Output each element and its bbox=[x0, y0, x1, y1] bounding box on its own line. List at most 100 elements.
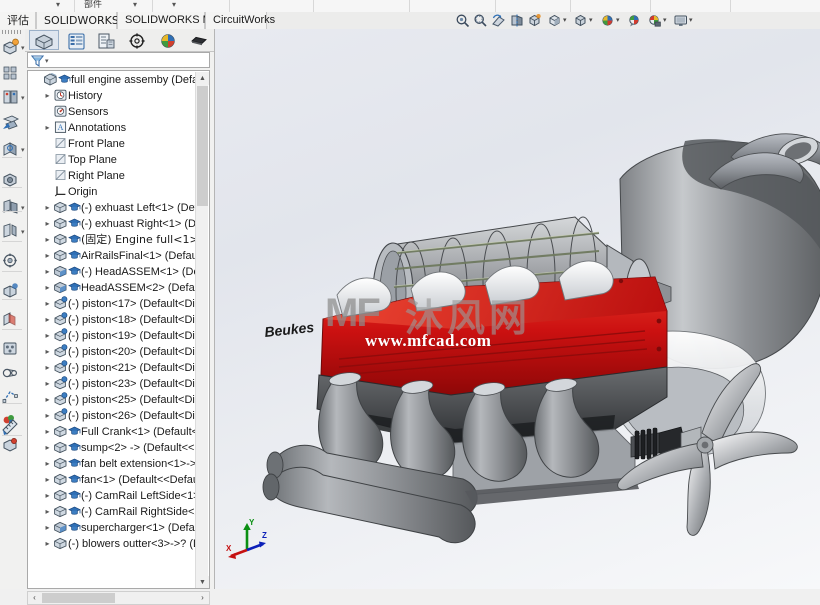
tree-item[interactable]: ▸ (-) blowers outter<3>->? (Defa bbox=[28, 536, 196, 552]
tree-item[interactable]: ▸ (-) CamRail LeftSide<1> (D bbox=[28, 488, 196, 504]
zoom-to-fit-icon[interactable] bbox=[455, 13, 470, 28]
move-component-icon[interactable] bbox=[1, 113, 21, 133]
tree-item[interactable]: ▸ (-) piston<25> (Default<Display bbox=[28, 392, 196, 408]
new-motion-study-icon[interactable] bbox=[1, 221, 21, 241]
tree-item[interactable]: Right Plane bbox=[28, 168, 196, 184]
tree-item[interactable]: ▸ (-) piston<26> (Default<Display bbox=[28, 408, 196, 424]
section-view-icon[interactable] bbox=[509, 13, 524, 28]
tree-expander[interactable]: ▸ bbox=[42, 488, 53, 504]
tree-item[interactable]: ▸ A Annotations bbox=[28, 120, 196, 136]
tree-item[interactable]: ▸ sump<2> -> (Default<<De bbox=[28, 440, 196, 456]
engine-assembly-model[interactable]: Beukes bbox=[215, 29, 820, 589]
tree-item[interactable]: ▸ (固定) Engine full<1> (Defa bbox=[28, 232, 196, 248]
view-orientation-icon[interactable] bbox=[527, 13, 542, 28]
tree-item[interactable]: Sensors bbox=[28, 104, 196, 120]
edit-appearance-icon[interactable] bbox=[600, 13, 615, 28]
tree-item[interactable]: ▸ (-) exhuast Right<1> (Defa bbox=[28, 216, 196, 232]
display-style-icon[interactable] bbox=[547, 13, 562, 28]
tree-filter-box[interactable]: ▾ bbox=[27, 52, 210, 68]
mate-icon[interactable] bbox=[1, 139, 21, 159]
tree-expander[interactable]: ▸ bbox=[42, 344, 53, 360]
scroll-right-arrow[interactable]: › bbox=[196, 592, 209, 604]
tree-item[interactable]: Origin bbox=[28, 184, 196, 200]
display-manager-tab[interactable] bbox=[153, 30, 183, 50]
graphics-viewport[interactable]: Beukes MF 沐风网 www.mfcad.com X Y Z bbox=[215, 29, 820, 589]
ribbon-tab-1[interactable]: SOLIDWORKS 插件 bbox=[36, 12, 144, 29]
chevron-down-icon[interactable]: ▾ bbox=[45, 57, 49, 65]
chevron-down-icon[interactable]: ▾ bbox=[616, 17, 620, 24]
tree-item[interactable]: ▸ (-) exhuast Left<1> (Default< bbox=[28, 200, 196, 216]
smart-fasteners-icon[interactable] bbox=[1, 87, 21, 107]
tree-expander[interactable]: ▸ bbox=[42, 536, 53, 552]
tree-expander[interactable]: ▸ bbox=[42, 248, 53, 264]
measure-icon[interactable] bbox=[1, 417, 21, 437]
chevron-down-icon[interactable]: ▾ bbox=[21, 229, 25, 236]
chevron-down-icon[interactable]: ▾ bbox=[133, 1, 137, 9]
hole-series-icon[interactable] bbox=[1, 339, 21, 359]
insert-components-icon[interactable] bbox=[1, 37, 21, 57]
ribbon-tab-3[interactable]: CircuitWorks bbox=[205, 12, 275, 29]
feature-manager-design-tree-tab[interactable] bbox=[29, 30, 59, 50]
tree-item[interactable]: full engine assemby (Default<D bbox=[28, 72, 196, 88]
scrollbar-thumb[interactable] bbox=[42, 593, 115, 603]
chevron-down-icon[interactable]: ▾ bbox=[663, 17, 667, 24]
tree-item[interactable]: ▸ supercharger<1> (Default< bbox=[28, 520, 196, 536]
property-manager-tab[interactable] bbox=[61, 30, 91, 50]
dimxpert-manager-tab[interactable] bbox=[122, 30, 152, 50]
tree-item[interactable]: ▸ (-) piston<23> (Default<Display bbox=[28, 376, 196, 392]
chevron-down-icon[interactable]: ▾ bbox=[689, 17, 693, 24]
viewport-layout-icon[interactable] bbox=[673, 13, 688, 28]
scroll-down-arrow[interactable]: ▼ bbox=[196, 576, 209, 588]
tree-item[interactable]: ▸ fan belt extension<1>->? (D bbox=[28, 456, 196, 472]
ribbon-tab-2[interactable]: SOLIDWORKS MBD bbox=[117, 12, 227, 29]
reference-geometry-icon[interactable] bbox=[1, 197, 21, 217]
chevron-down-icon[interactable]: ▾ bbox=[21, 45, 25, 52]
tree-item[interactable]: ▸ fan<1> (Default<<Default> bbox=[28, 472, 196, 488]
sensor-icon[interactable] bbox=[1, 435, 21, 455]
tree-expander[interactable]: ▸ bbox=[42, 328, 53, 344]
tree-expander[interactable]: ▸ bbox=[42, 376, 53, 392]
tree-item[interactable]: ▸ (-) HeadASSEM<1> (Defaul bbox=[28, 264, 196, 280]
design-tree[interactable]: full engine assemby (Default<D ▸ History Se… bbox=[27, 70, 210, 589]
linear-pattern-icon[interactable] bbox=[1, 63, 21, 83]
tree-expander[interactable]: ▸ bbox=[42, 216, 53, 232]
rotate-view-icon[interactable] bbox=[491, 13, 506, 28]
tree-expander[interactable]: ▸ bbox=[42, 312, 53, 328]
tree-expander[interactable]: ▸ bbox=[42, 296, 53, 312]
belt-chain-icon[interactable] bbox=[1, 363, 21, 383]
tree-item[interactable]: ▸ AirRailsFinal<1> (Default<< bbox=[28, 248, 196, 264]
tree-horizontal-scrollbar[interactable]: ‹ › bbox=[27, 591, 210, 605]
tree-expander[interactable]: ▸ bbox=[42, 520, 53, 536]
assembly-features-icon[interactable] bbox=[1, 169, 21, 189]
tree-item[interactable]: ▸ Full Crank<1> (Default<<D bbox=[28, 424, 196, 440]
scrollbar-thumb[interactable] bbox=[197, 86, 208, 206]
tree-expander[interactable]: ▸ bbox=[42, 456, 53, 472]
tree-expander[interactable]: ▸ bbox=[42, 88, 53, 104]
scroll-left-arrow[interactable]: ‹ bbox=[28, 592, 41, 604]
interference-detection-icon[interactable] bbox=[1, 309, 21, 329]
tree-item[interactable]: ▸ (-) piston<21> (Default<Display bbox=[28, 360, 196, 376]
tree-item[interactable]: Top Plane bbox=[28, 152, 196, 168]
chevron-down-icon[interactable]: ▾ bbox=[21, 95, 25, 102]
tree-expander[interactable]: ▸ bbox=[42, 360, 53, 376]
hide-show-items-icon[interactable] bbox=[573, 13, 588, 28]
tree-item[interactable]: ▸ (-) piston<17> (Default<Display bbox=[28, 296, 196, 312]
tree-expander[interactable]: ▸ bbox=[42, 232, 53, 248]
tree-item[interactable]: ▸ HeadASSEM<2> (Default<D bbox=[28, 280, 196, 296]
tree-expander[interactable]: ▸ bbox=[42, 472, 53, 488]
tree-item[interactable]: ▸ History bbox=[28, 88, 196, 104]
tree-expander[interactable]: ▸ bbox=[42, 408, 53, 424]
tree-expander[interactable]: ▸ bbox=[42, 504, 53, 520]
tree-item[interactable]: ▸ (-) CamRail RightSide<2> ( bbox=[28, 504, 196, 520]
bill-of-materials-icon[interactable] bbox=[1, 251, 21, 271]
tree-expander[interactable]: ▸ bbox=[42, 120, 53, 136]
chevron-down-icon[interactable]: ▾ bbox=[589, 17, 593, 24]
ribbon-tab-0[interactable]: 评估 bbox=[0, 12, 36, 29]
exploded-view-icon[interactable] bbox=[1, 281, 21, 301]
tree-item[interactable]: ▸ (-) piston<20> (Default<Display bbox=[28, 344, 196, 360]
tree-expander[interactable]: ▸ bbox=[42, 392, 53, 408]
tree-item[interactable]: ▸ (-) piston<19> (Default<Display bbox=[28, 328, 196, 344]
tree-vertical-scrollbar[interactable]: ▲ ▼ bbox=[195, 72, 209, 588]
scroll-up-arrow[interactable]: ▲ bbox=[196, 72, 209, 85]
chevron-down-icon[interactable]: ▾ bbox=[21, 147, 25, 154]
